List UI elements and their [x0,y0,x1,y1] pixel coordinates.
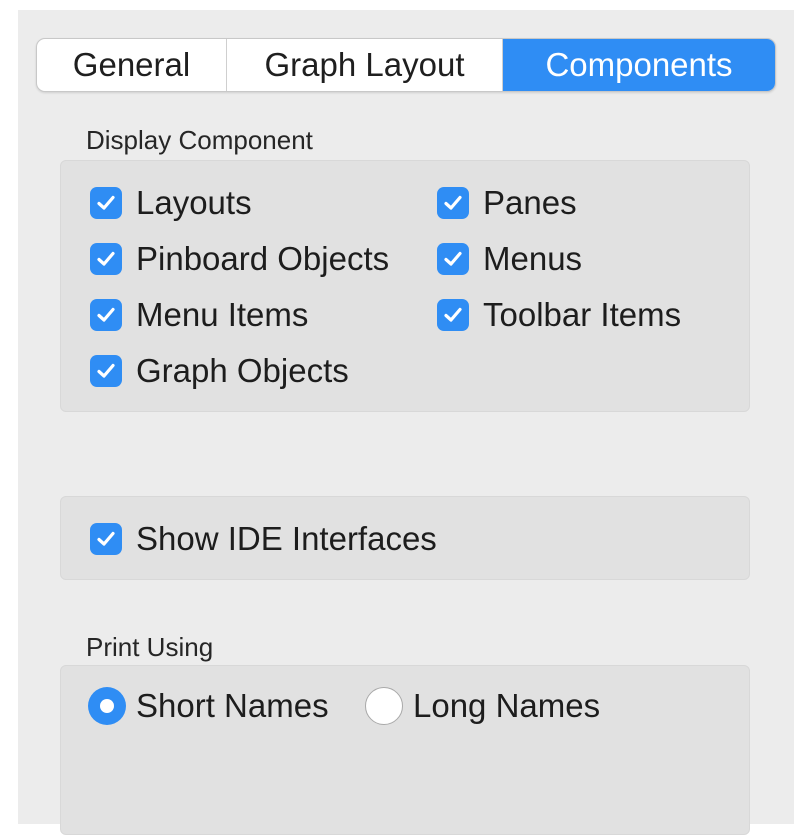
checkmark-icon[interactable] [437,243,469,275]
tab-general[interactable]: General [37,39,227,91]
checkmark-icon[interactable] [90,243,122,275]
radio-long-names[interactable]: Long Names [365,687,600,725]
checkbox-label: Show IDE Interfaces [136,520,437,557]
print-using-label: Print Using [86,632,214,662]
checkbox-label: Panes [483,184,577,221]
tab-components[interactable]: Components [503,39,775,91]
checkbox-label: Menu Items [136,296,309,333]
checkbox-label: Menus [483,240,583,277]
checkbox-label: Pinboard Objects [136,240,390,277]
checkbox-label: Toolbar Items [483,296,682,333]
checkbox-toolbar-items[interactable]: Toolbar Items [437,296,681,334]
checkbox-show-ide-interfaces[interactable]: Show IDE Interfaces [90,520,437,558]
checkmark-icon[interactable] [90,299,122,331]
checkmark-icon[interactable] [437,187,469,219]
checkbox-label: Layouts [136,184,252,221]
checkbox-menu-items[interactable]: Menu Items [90,296,308,334]
checkmark-icon[interactable] [437,299,469,331]
radio-unselected-icon[interactable] [365,687,403,725]
checkmark-icon[interactable] [90,187,122,219]
radio-selected-icon[interactable] [88,687,126,725]
tab-bar: General Graph Layout Components [36,38,776,92]
display-component-label: Display Component [86,125,313,155]
checkbox-graph-objects[interactable]: Graph Objects [90,352,349,390]
checkbox-pinboard-objects[interactable]: Pinboard Objects [90,240,389,278]
tab-graph-layout[interactable]: Graph Layout [227,39,503,91]
checkbox-menus[interactable]: Menus [437,240,582,278]
checkmark-icon[interactable] [90,523,122,555]
checkbox-label: Graph Objects [136,352,349,389]
radio-label: Long Names [413,687,601,724]
radio-short-names[interactable]: Short Names [88,687,329,725]
checkbox-panes[interactable]: Panes [437,184,577,222]
radio-label: Short Names [136,687,329,724]
checkmark-icon[interactable] [90,355,122,387]
checkbox-layouts[interactable]: Layouts [90,184,252,222]
